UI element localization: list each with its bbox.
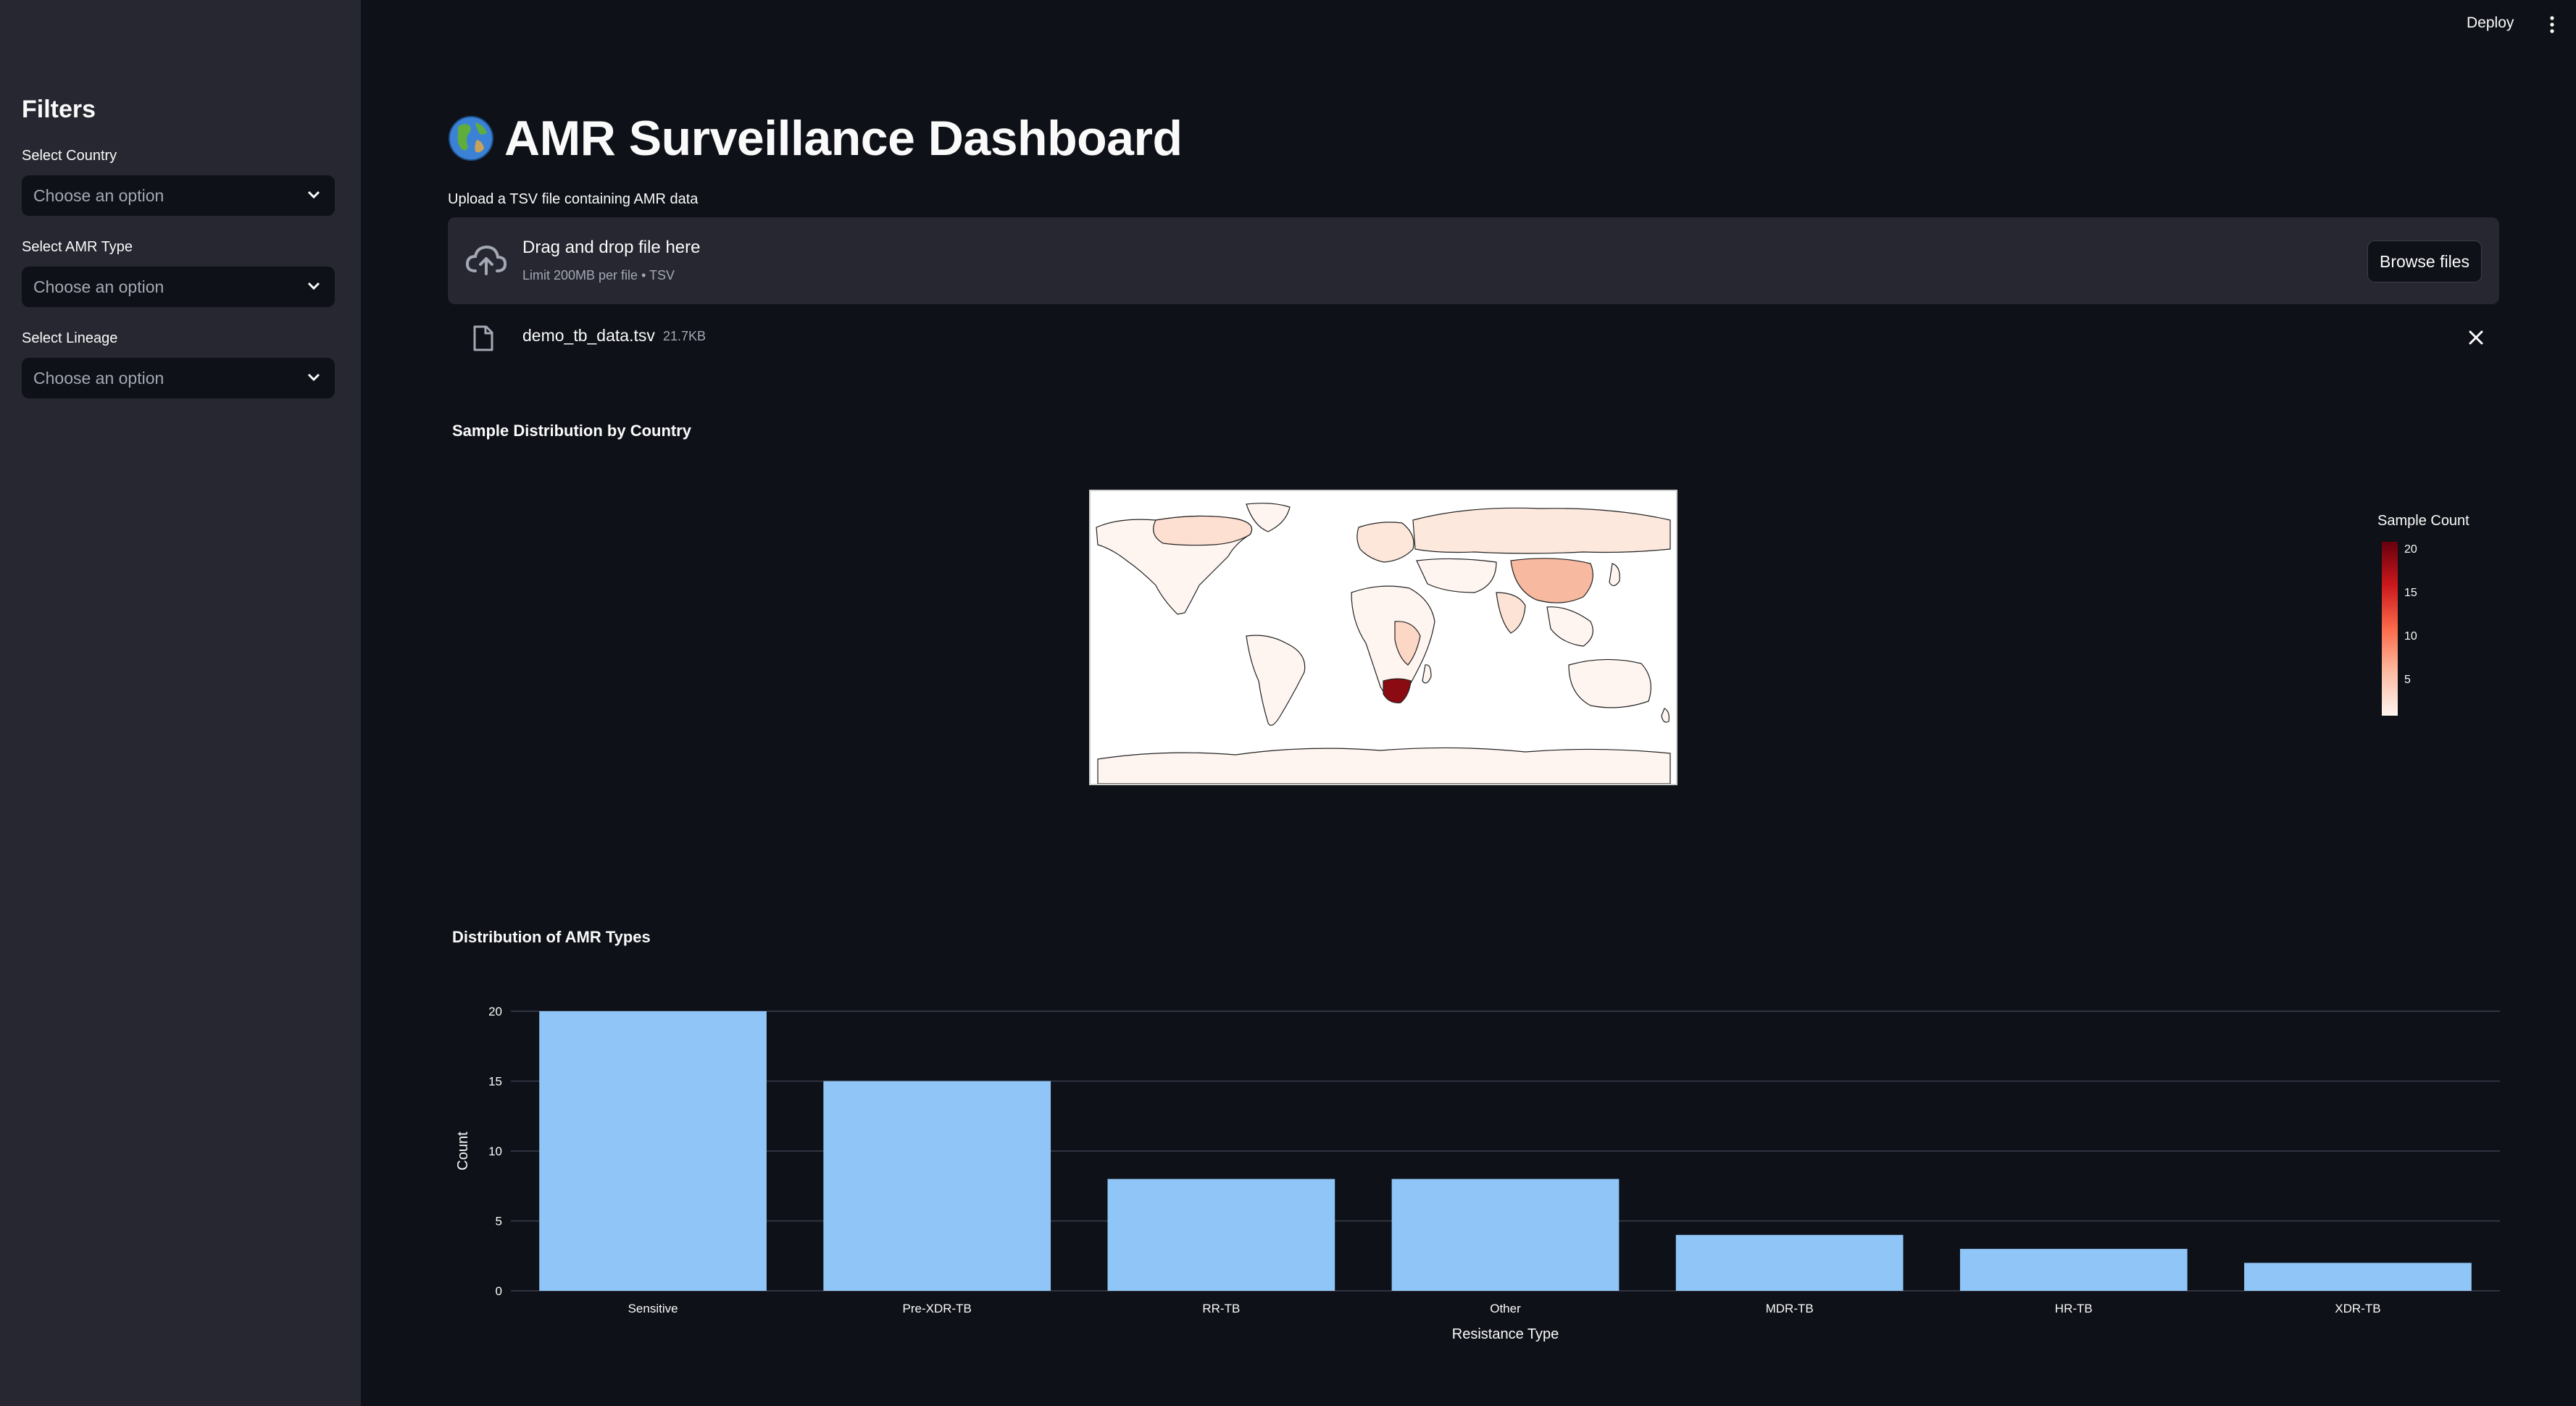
map-south-america <box>1246 635 1306 726</box>
deploy-button[interactable]: Deploy <box>2467 14 2514 32</box>
dropzone-limit-text: Limit 200MB per file • TSV <box>522 268 675 283</box>
amr-type-select-placeholder: Choose an option <box>33 277 164 296</box>
sidebar-title: Filters <box>22 96 96 123</box>
amr-type-select[interactable]: Choose an option <box>22 267 335 307</box>
x-tick-label: Sensitive <box>628 1302 678 1315</box>
kebab-menu-icon[interactable] <box>2543 14 2561 35</box>
map-canada <box>1153 515 1253 546</box>
chevron-down-icon <box>307 191 320 199</box>
map-antarctica <box>1097 747 1671 784</box>
x-tick-label: XDR-TB <box>2335 1302 2380 1315</box>
map-new-zealand <box>1661 708 1670 723</box>
uploaded-file-row: demo_tb_data.tsv 21.7KB <box>448 319 2499 359</box>
map-russia <box>1412 507 1671 554</box>
page-title-text: AMR Surveillance Dashboard <box>504 111 1183 166</box>
y-tick-label: 20 <box>488 1005 502 1018</box>
map-middle-east <box>1416 558 1497 593</box>
map-south-africa <box>1383 678 1412 703</box>
x-tick-label: MDR-TB <box>1766 1302 1814 1315</box>
map-europe <box>1356 522 1414 563</box>
bar[interactable] <box>1959 1249 2188 1291</box>
bar[interactable] <box>1391 1179 1620 1291</box>
map-china <box>1510 558 1593 603</box>
lineage-select[interactable]: Choose an option <box>22 358 335 398</box>
x-tick-label: Pre-XDR-TB <box>903 1302 972 1315</box>
world-map-svg <box>1096 503 1671 784</box>
cloud-upload-icon <box>465 245 507 275</box>
lineage-select-placeholder: Choose an option <box>33 368 164 388</box>
colorbar-tick: 15 <box>2404 587 2417 599</box>
bar[interactable] <box>1675 1234 1904 1291</box>
map-south-asia <box>1496 592 1526 634</box>
x-tick-label: HR-TB <box>2055 1302 2093 1315</box>
world-choropleth-map[interactable] <box>1089 490 1677 785</box>
bar[interactable] <box>2244 1263 2472 1291</box>
amr-type-filter-label: Select AMR Type <box>22 239 133 255</box>
amr-type-bar-chart[interactable]: 0 5 10 15 20 Sensitive Pre-XDR-TB RR-TB Other MDR… <box>442 985 2507 1347</box>
file-dropzone[interactable]: Drag and drop file here Limit 200MB per … <box>448 217 2499 304</box>
chevron-down-icon <box>307 373 320 382</box>
uploaded-file-name: demo_tb_data.tsv <box>522 326 655 345</box>
x-tick-label: RR-TB <box>1202 1302 1240 1315</box>
colorbar-tick: 20 <box>2404 543 2417 556</box>
y-tick-label: 5 <box>496 1215 502 1229</box>
bar-section-title: Distribution of AMR Types <box>452 928 651 946</box>
bar[interactable] <box>1107 1179 1335 1291</box>
map-japan <box>1609 563 1620 587</box>
chevron-down-icon <box>307 282 320 290</box>
map-greenland <box>1246 503 1291 532</box>
country-filter-label: Select Country <box>22 148 117 164</box>
page-title: AMR Surveillance Dashboard <box>448 110 1183 167</box>
upload-label: Upload a TSV file containing AMR data <box>448 191 699 207</box>
colorbar-title: Sample Count <box>2377 513 2469 529</box>
colorbar-tick: 10 <box>2404 630 2417 643</box>
close-icon[interactable] <box>2467 329 2485 346</box>
map-section-title: Sample Distribution by Country <box>452 422 692 440</box>
x-tick-label: Other <box>1490 1302 1521 1315</box>
dropzone-text: Drag and drop file here <box>522 238 701 257</box>
y-tick-label: 0 <box>496 1284 502 1298</box>
map-australia <box>1568 658 1651 708</box>
x-axis-label: Resistance Type <box>1452 1326 1559 1342</box>
uploaded-file-size: 21.7KB <box>663 329 706 343</box>
file-icon <box>473 325 493 351</box>
map-madagascar <box>1422 664 1432 684</box>
colorbar-tick: 5 <box>2404 674 2411 686</box>
map-southeast-asia <box>1546 606 1593 647</box>
globe-icon <box>449 116 493 161</box>
y-axis-label: Count <box>455 1131 471 1171</box>
browse-files-button[interactable]: Browse files <box>2367 240 2482 283</box>
colorbar <box>2382 542 2398 716</box>
sidebar: Filters Select Country Choose an option … <box>0 0 361 1406</box>
bar[interactable] <box>823 1081 1051 1292</box>
country-select-placeholder: Choose an option <box>33 185 164 205</box>
y-tick-label: 15 <box>488 1075 502 1089</box>
country-select[interactable]: Choose an option <box>22 175 335 216</box>
lineage-filter-label: Select Lineage <box>22 330 118 346</box>
bar[interactable] <box>539 1011 767 1291</box>
y-tick-label: 10 <box>488 1145 502 1158</box>
